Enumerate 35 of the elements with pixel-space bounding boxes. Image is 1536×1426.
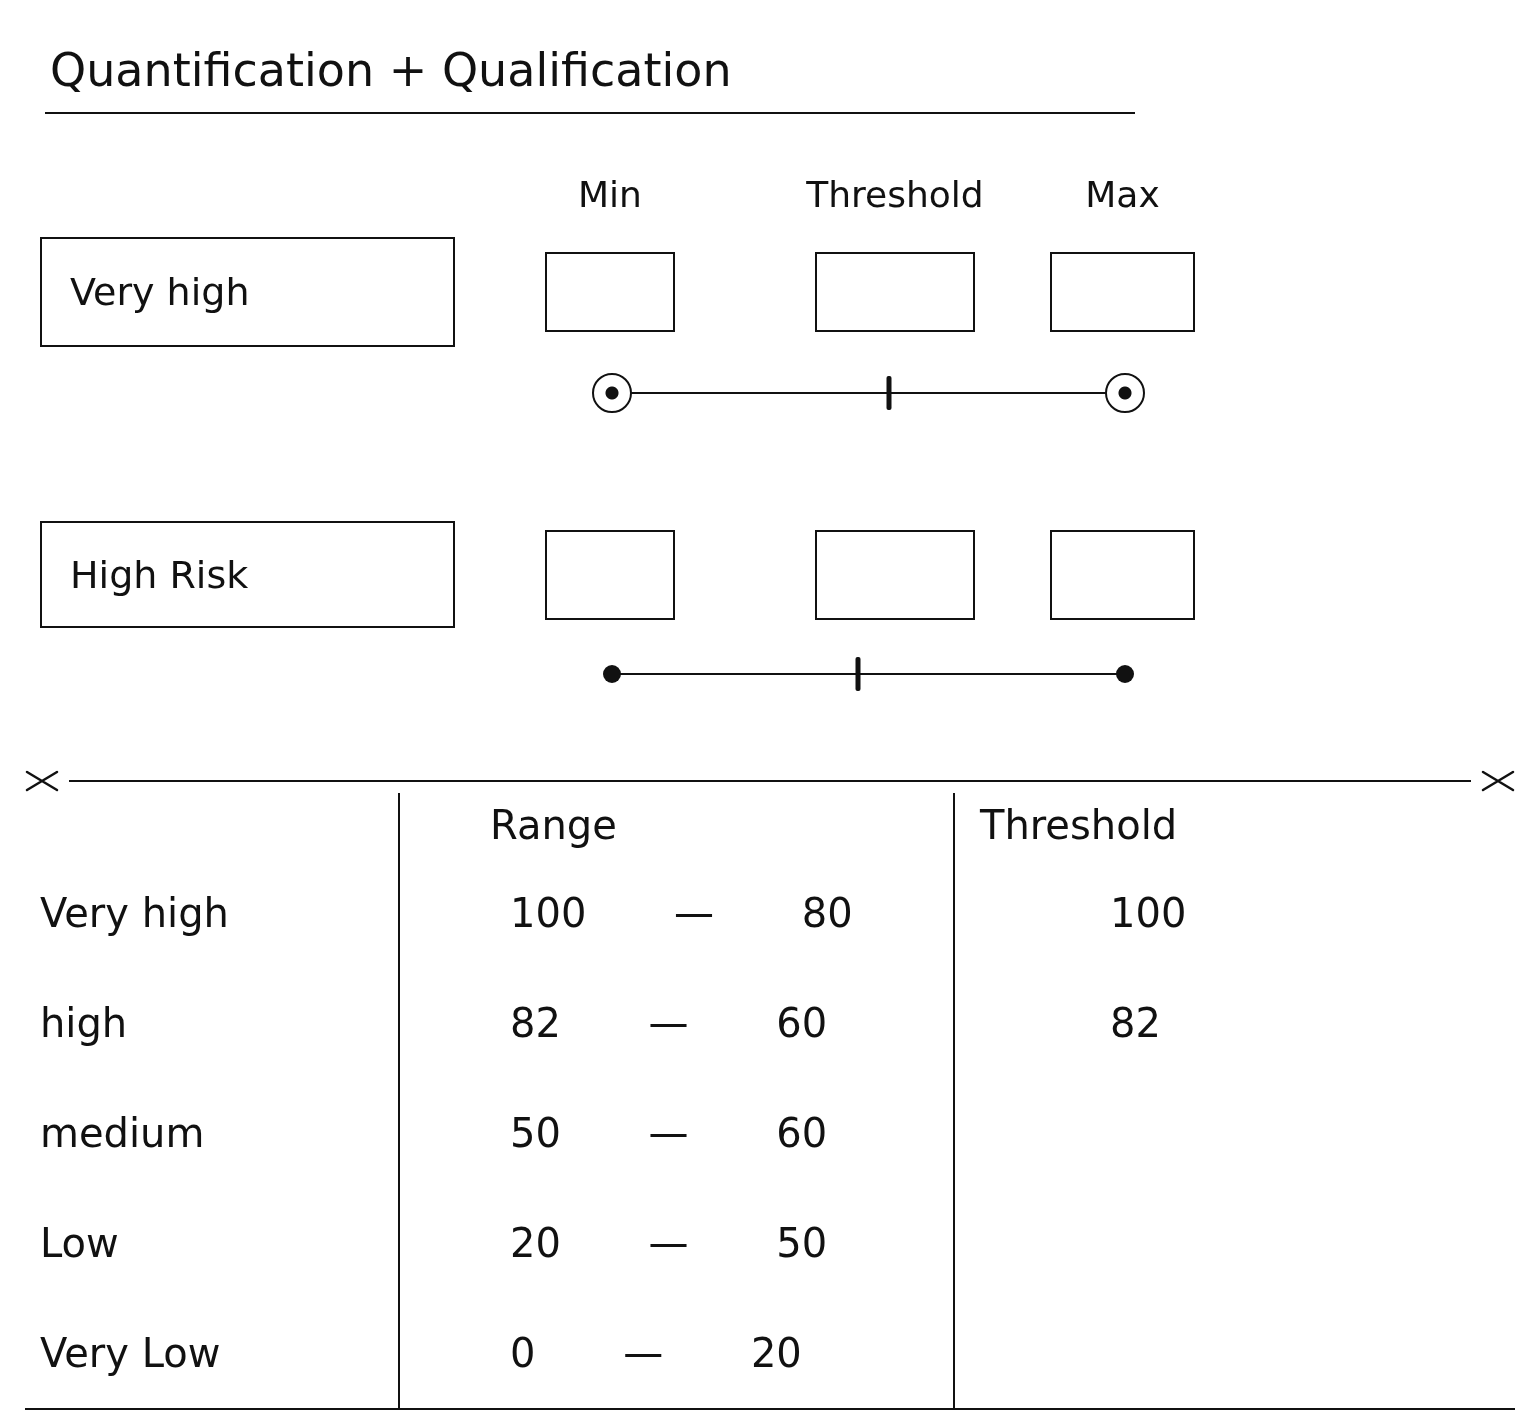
column-header: Range xyxy=(490,801,617,849)
risk-label: Very Low xyxy=(40,1329,221,1377)
range-value: 82 — 60 xyxy=(510,999,828,1047)
slider-handle[interactable] xyxy=(1105,373,1145,413)
range-value: 0 — 20 xyxy=(510,1329,802,1377)
cross-mark-icon xyxy=(1481,770,1515,792)
range-value: 100 — 80 xyxy=(510,889,853,937)
cross-mark-icon xyxy=(25,770,59,792)
threshold-value: 82 xyxy=(1110,999,1161,1047)
threshold-value: 100 xyxy=(1110,889,1187,937)
slider-handle[interactable] xyxy=(592,373,632,413)
risk-level-field[interactable]: Very high xyxy=(40,237,455,347)
column-header: Threshold xyxy=(806,173,984,217)
risk-level-field[interactable]: High Risk xyxy=(40,521,455,628)
range-value: 50 — 60 xyxy=(510,1109,828,1157)
range-value: 20 — 50 xyxy=(510,1219,828,1267)
input-field[interactable] xyxy=(815,252,975,332)
column-header: Min xyxy=(578,173,642,217)
range-slider[interactable] xyxy=(590,371,1147,415)
risk-label: Very high xyxy=(40,889,229,937)
risk-label: Low xyxy=(40,1219,119,1267)
slider-handle[interactable] xyxy=(1116,665,1134,683)
input-field[interactable] xyxy=(815,529,975,620)
column-header: Max xyxy=(1085,173,1160,217)
threshold-tick[interactable] xyxy=(886,376,892,410)
input-field[interactable] xyxy=(545,252,675,332)
input-field[interactable] xyxy=(545,529,675,620)
risk-label: high xyxy=(40,999,128,1047)
slider-handle[interactable] xyxy=(603,665,621,683)
input-field[interactable] xyxy=(1050,252,1195,332)
column-header: Threshold xyxy=(980,801,1178,849)
threshold-tick[interactable] xyxy=(855,657,861,691)
page-title: Quantification + Qualification xyxy=(50,42,732,99)
risk-label: medium xyxy=(40,1109,205,1157)
input-field[interactable] xyxy=(1050,529,1195,620)
